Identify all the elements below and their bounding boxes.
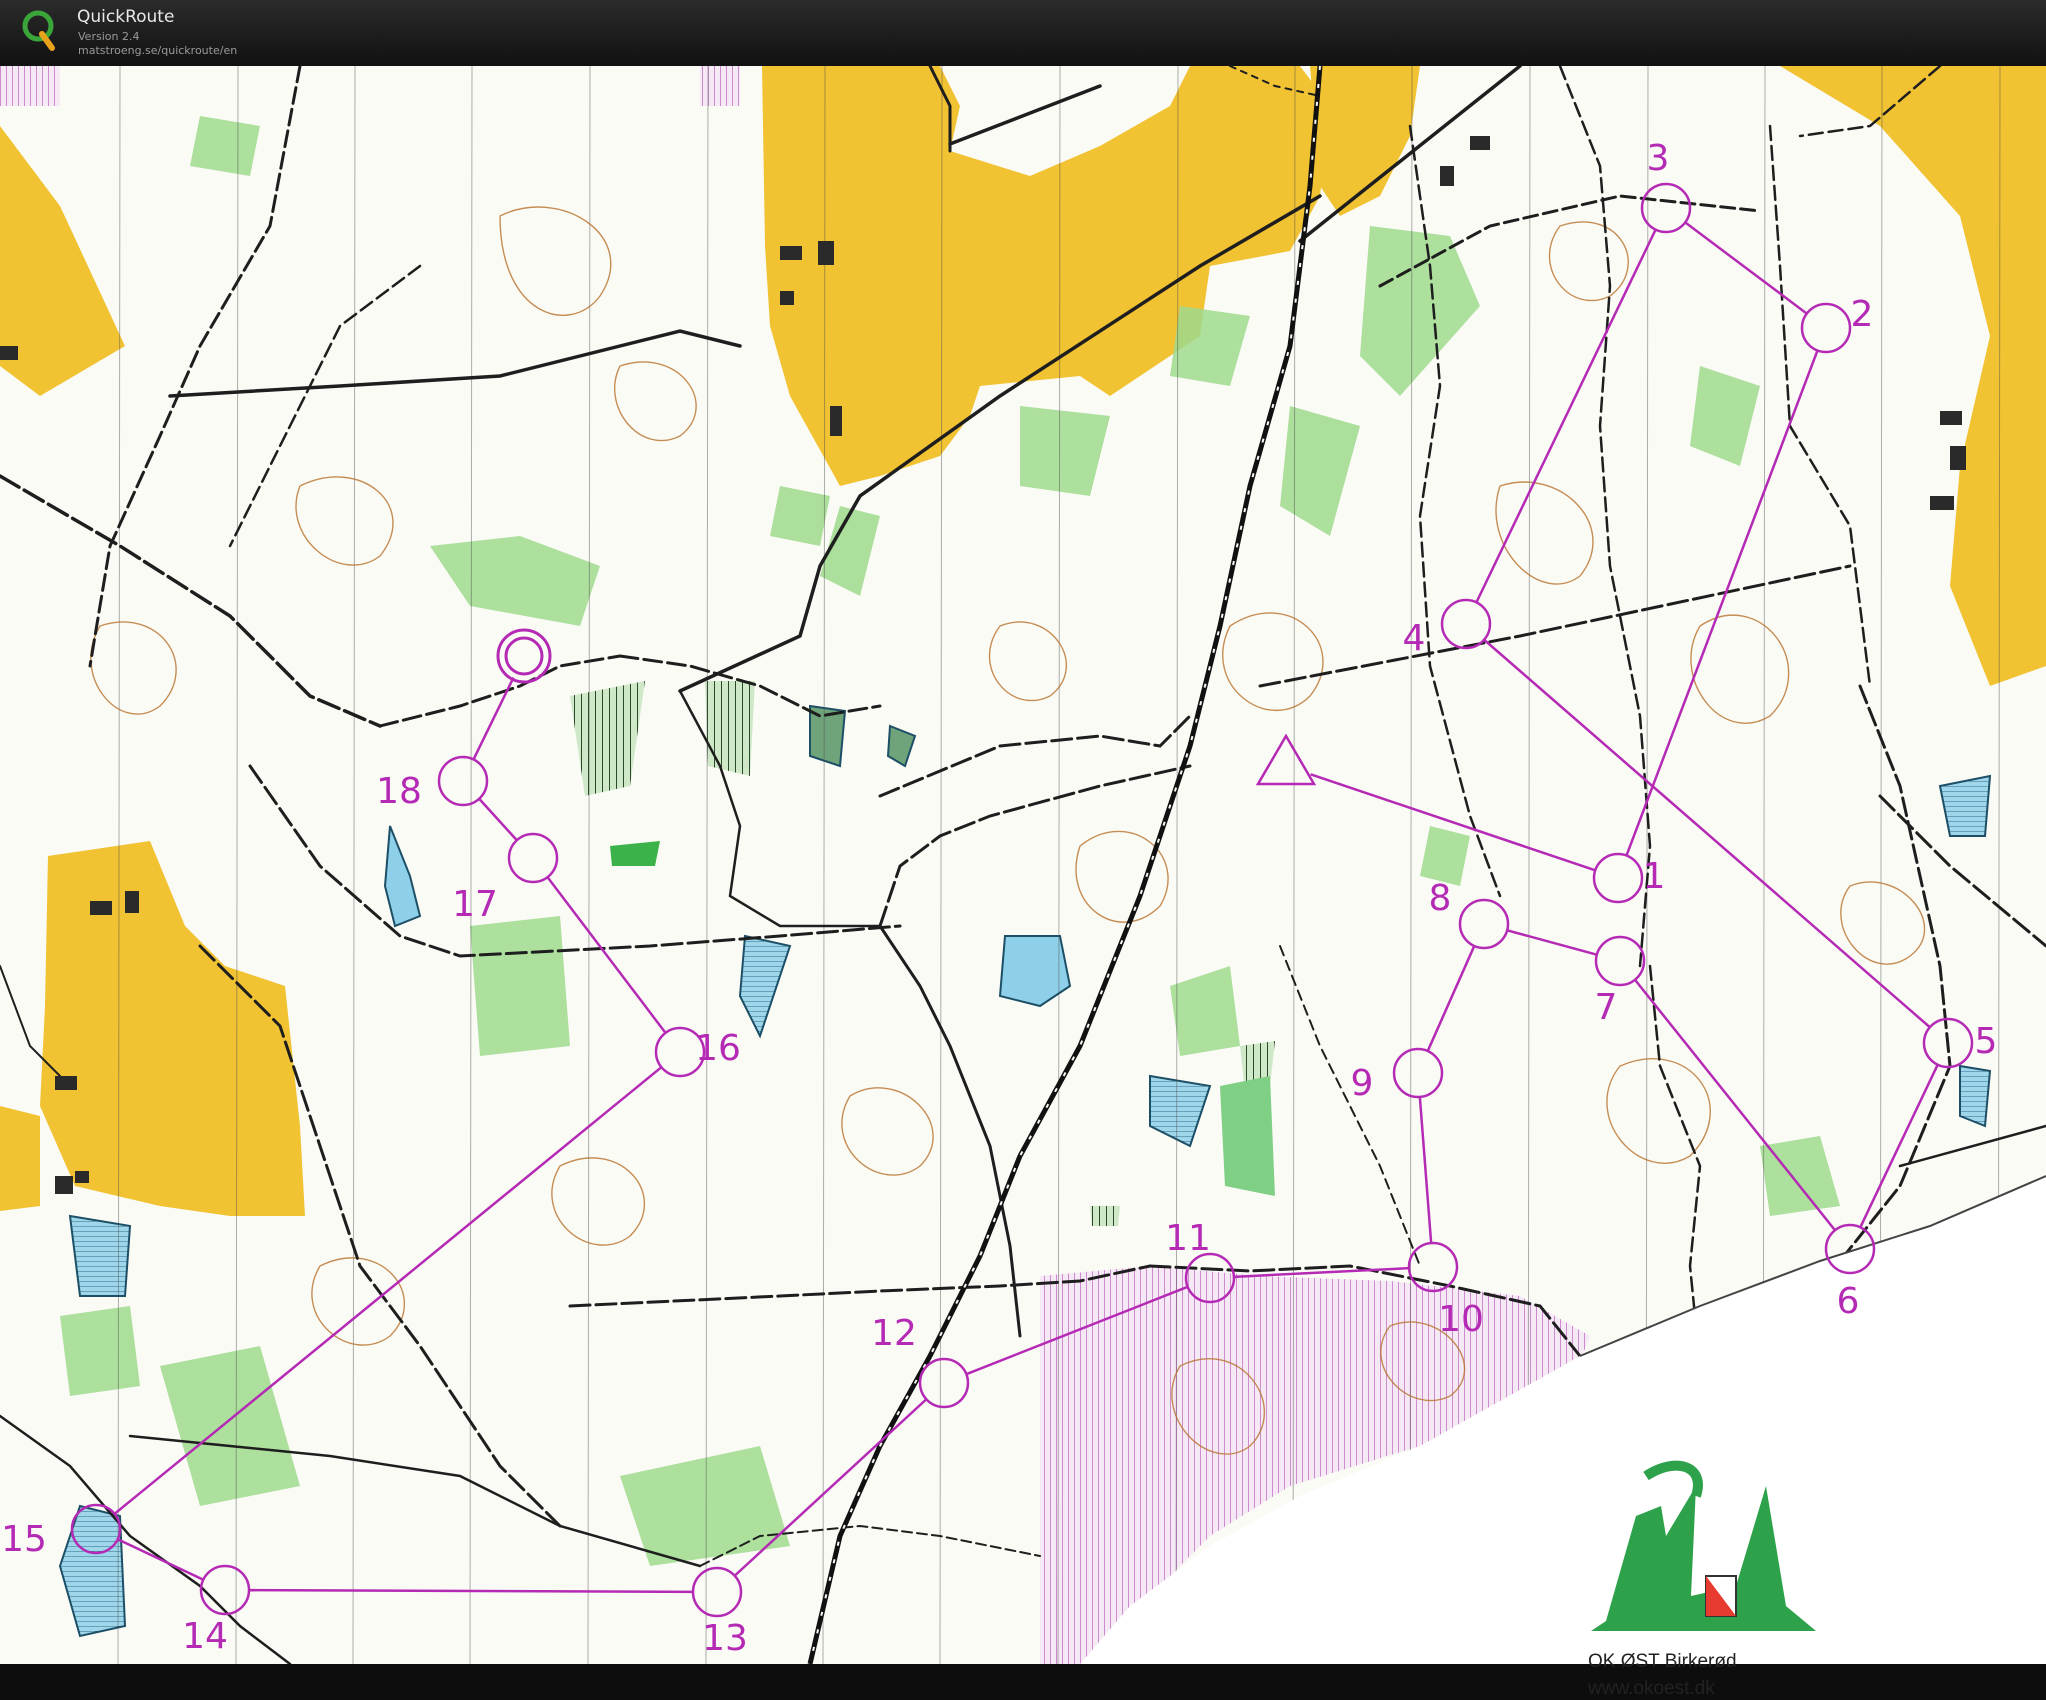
control-number-1: 1 <box>1643 856 1666 897</box>
control-number-15: 15 <box>1 1519 47 1560</box>
control-number-18: 18 <box>376 771 422 812</box>
control-number-7: 7 <box>1595 987 1618 1028</box>
map-canvas[interactable]: 123456789101112131415161718 <box>0 66 2046 1664</box>
app-title: QuickRoute <box>77 7 175 27</box>
control-number-6: 6 <box>1837 1281 1860 1322</box>
app-url: matstroeng.se/quickroute/en <box>78 44 238 57</box>
control-number-9: 9 <box>1351 1063 1374 1104</box>
control-number-14: 14 <box>182 1616 228 1657</box>
title-bar: QuickRoute Version 2.4 matstroeng.se/qui… <box>0 0 2046 67</box>
out-of-bounds-area-top2 <box>700 66 740 106</box>
control-number-16: 16 <box>695 1028 741 1069</box>
control-number-17: 17 <box>452 884 498 925</box>
control-number-2: 2 <box>1851 294 1874 335</box>
quickroute-logo-icon <box>22 10 55 51</box>
control-number-13: 13 <box>702 1618 748 1659</box>
control-number-4: 4 <box>1403 618 1426 659</box>
club-url[interactable]: www.okoest.dk <box>1588 1678 1715 1700</box>
control-number-12: 12 <box>871 1313 917 1354</box>
control-number-8: 8 <box>1429 878 1452 919</box>
control-number-10: 10 <box>1438 1299 1484 1340</box>
app-version: Version 2.4 <box>78 30 140 43</box>
control-number-11: 11 <box>1165 1218 1211 1259</box>
club-name: OK ØST Birkerød <box>1588 1651 1737 1672</box>
control-number-3: 3 <box>1647 138 1670 179</box>
orienteering-map[interactable]: 1 2 3 4 5 6 7 8 9 10 11 12 13 14 15 16 17 18 OK ØST Birke… <box>0 66 2046 1699</box>
out-of-bounds-area-top <box>0 66 60 106</box>
control-number-5: 5 <box>1975 1021 1998 1062</box>
